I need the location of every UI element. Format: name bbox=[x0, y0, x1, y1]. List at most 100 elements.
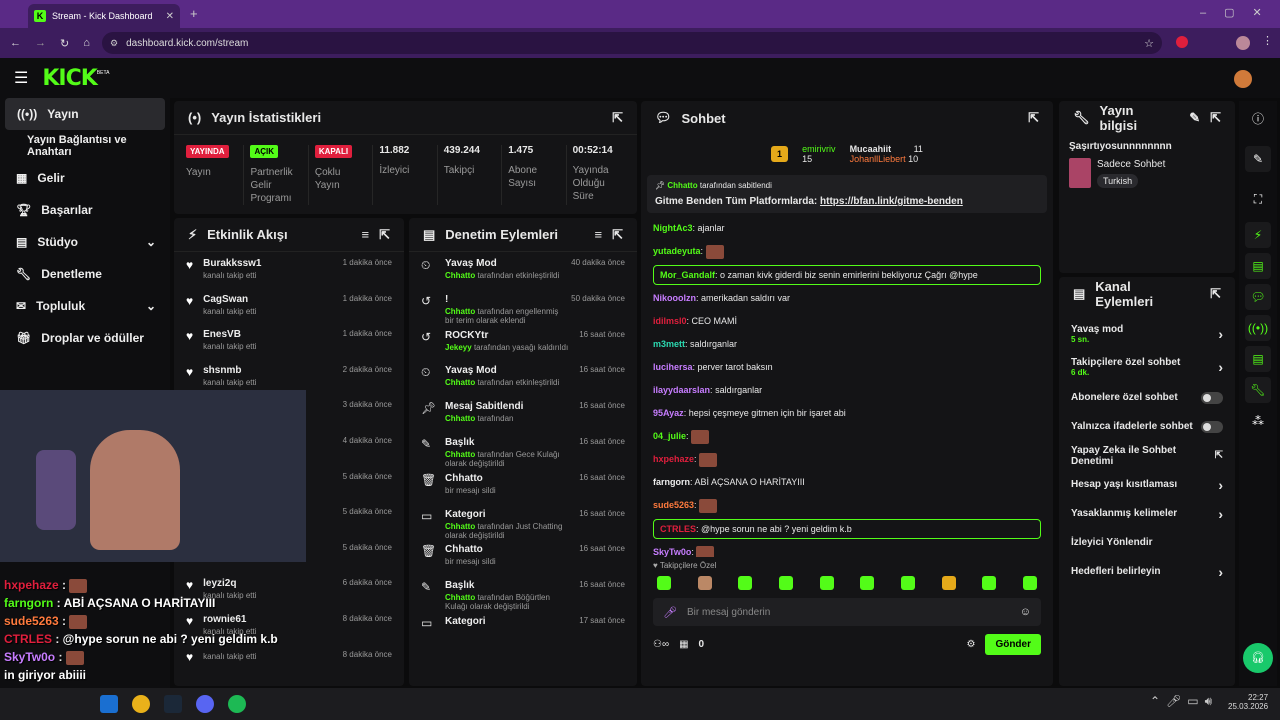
chat-username[interactable]: farngorn bbox=[653, 477, 690, 487]
people-icon[interactable]: ⚇∞ bbox=[653, 639, 669, 650]
toggle-switch[interactable] bbox=[1201, 420, 1223, 433]
store-icon[interactable]: ▦ bbox=[679, 639, 688, 650]
sidebar-item-droplar[interactable]: 🎁︎ Droplar ve ödüller bbox=[0, 322, 170, 354]
chat-message[interactable]: yutadeyuta: bbox=[641, 240, 1053, 263]
gifter-name[interactable]: Mucaahiit bbox=[850, 144, 892, 154]
chat-message[interactable]: m3mett: saldırganlar bbox=[641, 333, 1053, 356]
channel-action-item[interactable]: Yavaş mod 5 sn. › bbox=[1059, 317, 1235, 350]
channel-action-item[interactable]: İzleyici Yönlendir bbox=[1059, 528, 1235, 557]
document-icon[interactable]: ▤ bbox=[1245, 253, 1271, 279]
emote-icon[interactable] bbox=[941, 576, 956, 590]
steam-icon[interactable] bbox=[164, 695, 182, 713]
popout-icon[interactable]: ⇱ bbox=[1028, 110, 1039, 126]
emote-icon[interactable] bbox=[860, 576, 875, 590]
emote-icon[interactable] bbox=[697, 576, 712, 590]
filter-icon[interactable]: ≡ bbox=[595, 227, 603, 242]
sidebar-item-gelir[interactable]: ▦ Gelir bbox=[0, 162, 170, 194]
chat-username[interactable]: ilayydaarslan bbox=[653, 385, 710, 395]
moderation-item[interactable]: ✎ Başlık Chhatto tarafından Gece Kulağı ol… bbox=[409, 431, 637, 468]
wrench-icon[interactable]: 🔧︎ bbox=[1245, 377, 1271, 403]
channel-action-item[interactable]: Yasaklanmış kelimeler › bbox=[1059, 499, 1235, 528]
site-info-icon[interactable]: ⚙ bbox=[110, 38, 118, 49]
chat-message[interactable]: NightAc3: ajanlar bbox=[641, 217, 1053, 240]
chat-message[interactable]: 04_julie: bbox=[641, 425, 1053, 448]
chat-username[interactable]: Nikooolzn bbox=[653, 293, 696, 303]
emote-icon[interactable] bbox=[1022, 576, 1037, 590]
chat-message[interactable]: lucihersa: perver tarot baksın bbox=[641, 356, 1053, 379]
chrome-icon[interactable] bbox=[132, 695, 150, 713]
spotify-icon[interactable] bbox=[228, 695, 246, 713]
back-icon[interactable]: ← bbox=[10, 37, 21, 49]
kick-logo[interactable]: KICK bbox=[42, 66, 97, 91]
mic-icon[interactable]: 🎤︎ bbox=[663, 606, 677, 619]
moderation-item[interactable]: 🗑︎ Chhatto bir mesajı sildi 16 saat önce bbox=[409, 538, 637, 574]
send-button[interactable]: Gönder bbox=[985, 634, 1041, 655]
chat-icon[interactable]: 💬︎ bbox=[1245, 284, 1271, 310]
hamburger-menu-icon[interactable]: ☰ bbox=[14, 68, 28, 88]
pinned-link[interactable]: https://bfan.link/gitme-benden bbox=[820, 196, 963, 207]
profile-avatar[interactable] bbox=[1236, 36, 1250, 50]
popout-icon[interactable]: ⇱ bbox=[612, 227, 623, 243]
edit-icon[interactable]: ✎ bbox=[1245, 146, 1271, 172]
home-icon[interactable]: ⌂ bbox=[83, 37, 90, 49]
chat-message[interactable]: Nikooolzn: amerikadan saldırı var bbox=[641, 287, 1053, 310]
chat-username[interactable]: hxpehaze bbox=[653, 454, 694, 464]
channel-action-item[interactable]: Abonelere özel sohbet bbox=[1059, 383, 1235, 412]
discord-icon[interactable] bbox=[196, 695, 214, 713]
emote-icon[interactable] bbox=[982, 576, 997, 590]
support-headset-icon[interactable]: 🎧︎ bbox=[1243, 643, 1273, 673]
chat-message[interactable]: Mor_Gandalf: o zaman kivk giderdi biz se… bbox=[653, 265, 1041, 285]
moderation-item[interactable]: ✎ Başlık Chhatto tarafından Böğürtlen Kula… bbox=[409, 574, 637, 611]
emote-icon[interactable] bbox=[819, 576, 834, 590]
gifter-name[interactable]: JohanllLiebert bbox=[850, 154, 906, 164]
lightning-icon[interactable]: ⚡︎ bbox=[1245, 222, 1271, 248]
emote-icon[interactable] bbox=[738, 576, 753, 590]
moderation-item[interactable]: ↺! Chhatto tarafından engellenmiş bir ter… bbox=[409, 288, 637, 325]
gifter-name[interactable]: emirivriv bbox=[802, 144, 836, 154]
sidebar-item-stream-key[interactable]: Yayın Bağlantısı ve Anahtarı bbox=[0, 130, 170, 162]
chat-message[interactable]: hxpehaze: bbox=[641, 448, 1053, 471]
filter-icon[interactable]: ≡ bbox=[362, 227, 370, 242]
chat-message[interactable]: farngorn: ABİ AÇSANA O HARİTAYIII bbox=[641, 471, 1053, 494]
chat-username[interactable]: 04_julie bbox=[653, 431, 686, 441]
chat-username[interactable]: CTRLES bbox=[660, 524, 696, 534]
chat-message[interactable]: SkyTw0o: bbox=[641, 541, 1053, 557]
activity-item[interactable]: ♥ EnesVB kanalı takip etti 1 dakika önce bbox=[174, 323, 404, 359]
moderation-item[interactable]: 🗑︎ Chhatto bir mesajı sildi 16 saat önce bbox=[409, 467, 637, 503]
sidebar-item-yayin[interactable]: ((•)) Yayın bbox=[5, 98, 165, 130]
chat-username[interactable]: m3mett bbox=[653, 339, 685, 349]
bookmark-star-icon[interactable]: ☆ bbox=[1144, 37, 1154, 50]
layout-icon[interactable]: ▤ bbox=[1245, 346, 1271, 372]
outlook-icon[interactable] bbox=[100, 695, 118, 713]
apps-icon[interactable]: ⁂ bbox=[1245, 408, 1271, 434]
sidebar-item-topluluk[interactable]: ✉ Topluluk ⌄ bbox=[0, 290, 170, 322]
chat-message[interactable]: 95Ayaz: hepsi çeşmeye gitmen için bir iş… bbox=[641, 402, 1053, 425]
moderation-item[interactable]: ⏲ Yavaş Mod Chhatto tarafından etkinleştir… bbox=[409, 252, 637, 288]
edit-pencil-icon[interactable]: ✎ bbox=[1189, 110, 1200, 126]
chat-message[interactable]: ilayydaarslan: saldırganlar bbox=[641, 379, 1053, 402]
channel-action-item[interactable]: Yalnızca ifadelerle sohbet bbox=[1059, 412, 1235, 441]
popout-icon[interactable]: ⇱ bbox=[612, 110, 623, 126]
chat-username[interactable]: sude5263 bbox=[653, 500, 694, 510]
menu-kebab-icon[interactable]: ⋮ bbox=[1262, 34, 1273, 47]
chat-username[interactable]: yutadeyuta bbox=[653, 246, 701, 256]
popout-icon[interactable]: ⇱ bbox=[379, 227, 390, 243]
window-controls[interactable]: –▢✕ bbox=[1200, 6, 1280, 19]
moderation-item[interactable]: 📌︎ Mesaj Sabitlendi Chhatto tarafından 16 s… bbox=[409, 395, 637, 431]
channel-action-item[interactable]: Takipçilere özel sohbet 6 dk. › bbox=[1059, 350, 1235, 383]
chat-message[interactable]: sude5263: bbox=[641, 494, 1053, 517]
chat-username[interactable]: lucihersa bbox=[653, 362, 693, 372]
moderation-item[interactable]: ⏲ Yavaş Mod Chhatto tarafından etkinleştir… bbox=[409, 359, 637, 395]
emote-icon[interactable] bbox=[778, 576, 793, 590]
user-avatar[interactable] bbox=[1234, 70, 1252, 88]
chat-username[interactable]: Mor_Gandalf bbox=[660, 270, 715, 280]
channel-action-item[interactable]: Yapay Zeka ile Sohbet Denetimi ⇱ bbox=[1059, 441, 1235, 470]
pinned-message[interactable]: 📌︎ Chhatto tarafından sabitlendi Gitme B… bbox=[647, 175, 1047, 213]
emote-icon[interactable] bbox=[657, 576, 671, 590]
sidebar-item-studyo[interactable]: ▤ Stüdyo ⌄ bbox=[0, 226, 170, 258]
activity-item[interactable]: ♥ CagSwan kanalı takip etti 1 dakika önce bbox=[174, 288, 404, 324]
popout-icon[interactable]: ⇱ bbox=[1210, 286, 1221, 302]
chat-message[interactable]: idilmsl0: CEO MAMİ bbox=[641, 310, 1053, 333]
channel-action-item[interactable]: Hedefleri belirleyin › bbox=[1059, 557, 1235, 586]
sidebar-item-denetleme[interactable]: 🔧︎ Denetleme bbox=[0, 258, 170, 290]
